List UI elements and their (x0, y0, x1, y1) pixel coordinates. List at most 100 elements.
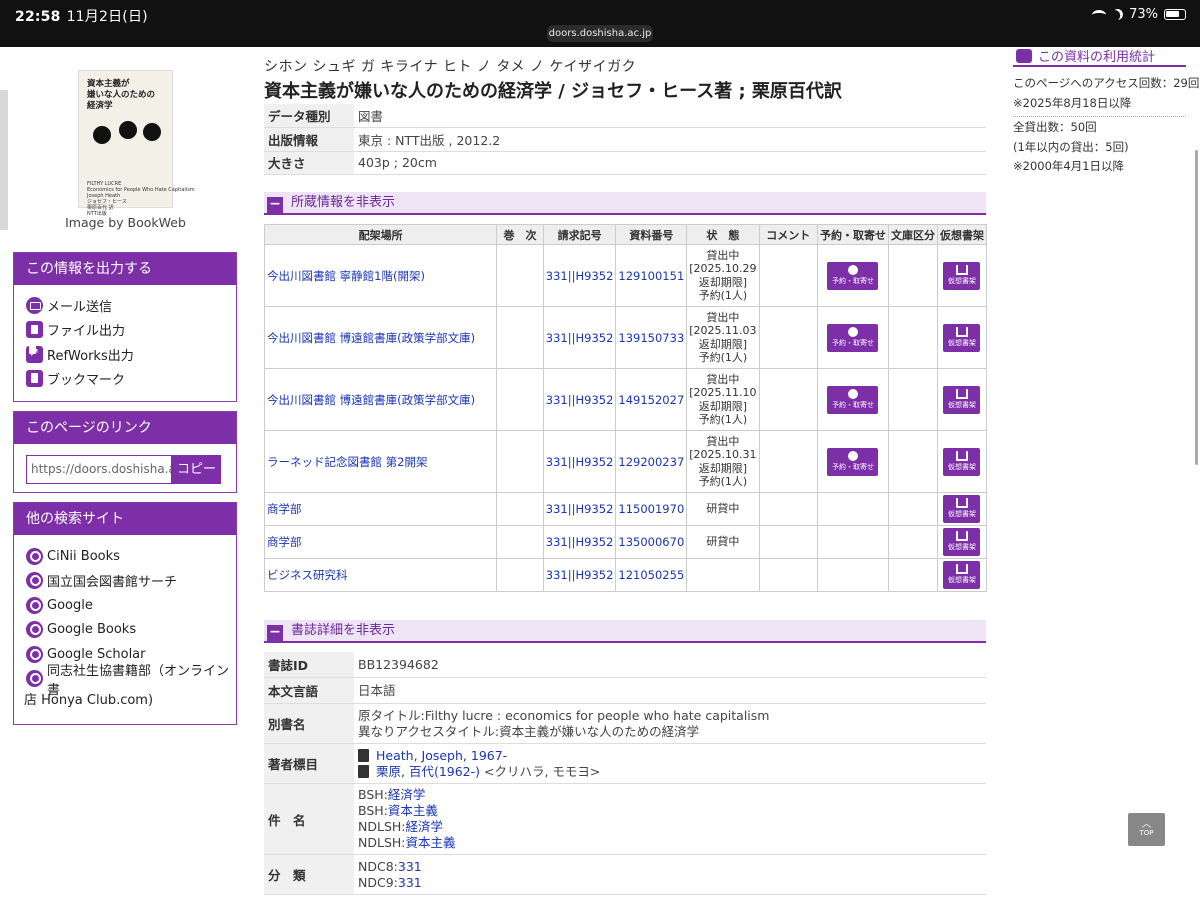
cinii-link[interactable]: CiNii Books (26, 544, 236, 569)
status-cell: 研貸中 (686, 525, 760, 559)
call-number-link[interactable]: 331||H9352 (546, 502, 614, 516)
loan-count: 全貸出数：50回 (1年以内の貸出：5回) ※2000年4月1日以降 (1013, 120, 1129, 173)
search-icon (26, 547, 43, 565)
virtual-shelf-button[interactable]: 仮想書架 (943, 495, 981, 523)
search-icon (26, 596, 43, 614)
google-books-link[interactable]: Google Books (26, 618, 236, 643)
moon-icon (1111, 7, 1125, 21)
bookshelf-icon (955, 498, 968, 508)
address-bar[interactable]: doors.doshisha.ac.jp (547, 25, 653, 42)
holdings-row: 今出川図書館 寧静館1階(開架) 331||H9352 129100151 貸出… (263, 244, 988, 307)
holdings-row: 今出川図書館 博遠館書庫(政策学部文庫) 331||H9352 14915202… (263, 368, 988, 431)
cover-figure (143, 123, 161, 141)
bookshelf-icon (955, 450, 968, 461)
virtual-shelf-button[interactable]: 仮想書架 (943, 385, 981, 414)
virtual-shelf-button[interactable]: 仮想書架 (943, 561, 981, 589)
class-link[interactable]: 331 (398, 875, 422, 890)
table-row: データ種別 図書 (264, 104, 986, 128)
item-id-link[interactable]: 139150733 (618, 331, 684, 345)
call-number-link[interactable]: 331||H9352 (546, 568, 614, 582)
reserve-icon (847, 264, 858, 275)
status-cell: 貸出中 [2025.10.31 返却期限] 予約(1人) (686, 430, 760, 493)
honya-club-link[interactable]: 同志社生協書籍部（オンライン書 (26, 664, 236, 698)
bookshelf-icon (955, 264, 968, 275)
page-link-box: このページのリンク https://doors.doshisha.ac.jp/o… (13, 411, 237, 493)
item-id-link[interactable]: 121050255 (618, 568, 684, 582)
cover-figure (93, 126, 111, 144)
call-number-link[interactable]: 331||H9352 (546, 393, 614, 407)
subject-link[interactable]: 資本主義 (406, 835, 456, 850)
table-row: 別書名 原タイトル:Filthy lucre : economics for pe… (264, 703, 986, 744)
back-to-top-button[interactable]: ︿ TOP (1128, 813, 1165, 846)
subject-link[interactable]: 経済学 (388, 787, 426, 802)
call-number-link[interactable]: 331||H9352 (546, 331, 614, 345)
bib-details-toggle[interactable]: − 書誌詳細を非表示 (264, 620, 986, 643)
table-row: 件 名 BSH:経済学 BSH:資本主義 NDLSH:経済学 NDLSH:資本主義 (264, 783, 986, 855)
refworks-export-link[interactable]: RefWorks出力 (26, 342, 236, 367)
item-id-link[interactable]: 129200237 (618, 455, 684, 469)
location-link[interactable]: 今出川図書館 寧静館1階(開架) (267, 269, 425, 283)
google-link[interactable]: Google (26, 593, 236, 618)
holdings-row: ラーネッド記念図書館 第2開架 331||H9352 129200237 貸出中… (263, 430, 988, 493)
collapse-icon: − (267, 197, 283, 213)
virtual-shelf-button[interactable]: 仮想書架 (943, 528, 981, 556)
holdings-table: 配架場所巻 次請求記号 資料番号状 態コメント 予約・取寄せ 文庫区分 仮想書架 今出川… (263, 224, 988, 592)
virtual-shelf-button[interactable]: 仮想書架 (943, 447, 981, 476)
table-row: 本文言語 日本語 (264, 677, 986, 704)
reserve-button[interactable]: 予約・取寄せ (827, 323, 879, 352)
bib-details-table: 書誌ID BB12394682 本文言語 日本語 別書名 原タイトル:Filthy l… (264, 652, 986, 895)
item-id-link[interactable]: 135000670 (618, 535, 684, 549)
bookshelf-icon (955, 326, 968, 337)
search-icon (26, 621, 43, 639)
reserve-button[interactable]: 予約・取寄せ (827, 447, 879, 476)
location-link[interactable]: ラーネッド記念図書館 第2開架 (267, 455, 427, 469)
holdings-row: 今出川図書館 博遠館書庫(政策学部文庫) 331||H9352 13915073… (263, 306, 988, 369)
ios-status-bar: 22:58 11月2日(日) doors.doshisha.ac.jp 73% (0, 0, 1200, 47)
location-link[interactable]: 今出川図書館 博遠館書庫(政策学部文庫) (267, 331, 475, 345)
item-id-link[interactable]: 129100151 (618, 269, 684, 283)
other-search-box: 他の検索サイト CiNii Books 国立国会図書館サーチ Google Go… (13, 502, 237, 725)
page-url-field[interactable]: https://doors.doshisha.ac.jp/opac/ (26, 455, 172, 484)
reserve-button[interactable]: 予約・取寄せ (827, 385, 879, 414)
holdings-row: 商学部 331||H9352 135000670 研貸中 仮想書架 (263, 525, 988, 559)
location-link[interactable]: ビジネス研究科 (267, 568, 348, 582)
battery-percent: 73% (1129, 7, 1158, 22)
reserve-button[interactable]: 予約・取寄せ (827, 261, 879, 290)
class-link[interactable]: 331 (398, 859, 422, 874)
file-export-link[interactable]: ファイル出力 (26, 318, 236, 343)
author-link[interactable]: Heath, Joseph, 1967- (376, 748, 507, 763)
other-search-box-title: 他の検索サイト (14, 503, 236, 535)
subject-link[interactable]: 資本主義 (388, 803, 438, 818)
page-edge (0, 90, 8, 230)
search-icon (26, 572, 43, 590)
item-id-link[interactable]: 149152027 (618, 393, 684, 407)
reserve-icon (847, 388, 858, 399)
table-row: 出版情報 東京 : NTT出版 , 2012.2 (264, 127, 986, 152)
ndl-search-link[interactable]: 国立国会図書館サーチ (26, 569, 236, 594)
table-row: 分 類 NDC8:331 NDC9:331 (264, 854, 986, 895)
status-time: 22:58 11月2日(日) (15, 9, 148, 25)
search-icon (26, 670, 43, 688)
call-number-link[interactable]: 331||H9352 (546, 269, 614, 283)
book-icon (358, 748, 369, 762)
virtual-shelf-button[interactable]: 仮想書架 (943, 323, 981, 352)
author-link[interactable]: 栗原, 百代(1962-) (376, 764, 480, 779)
holdings-header-row: 配架場所巻 次請求記号 資料番号状 態コメント 予約・取寄せ 文庫区分 仮想書架 (263, 224, 988, 245)
call-number-link[interactable]: 331||H9352 (546, 535, 614, 549)
table-row: 書誌ID BB12394682 (264, 652, 986, 678)
mail-send-link[interactable]: メール送信 (26, 293, 236, 318)
location-link[interactable]: 商学部 (267, 502, 302, 516)
item-id-link[interactable]: 115001970 (618, 502, 684, 516)
scrollbar[interactable] (1195, 150, 1198, 465)
reserve-icon (847, 326, 858, 337)
page-link-box-title: このページのリンク (14, 412, 236, 444)
copy-button[interactable]: コピー (172, 455, 221, 484)
holdings-toggle[interactable]: − 所蔵情報を非表示 (264, 192, 986, 215)
bookmark-link[interactable]: ブックマーク (26, 367, 236, 392)
virtual-shelf-button[interactable]: 仮想書架 (943, 261, 981, 290)
call-number-link[interactable]: 331||H9352 (546, 455, 614, 469)
subject-link[interactable]: 経済学 (406, 819, 444, 834)
location-link[interactable]: 今出川図書館 博遠館書庫(政策学部文庫) (267, 393, 475, 407)
location-link[interactable]: 商学部 (267, 535, 302, 549)
mail-icon (26, 296, 43, 314)
